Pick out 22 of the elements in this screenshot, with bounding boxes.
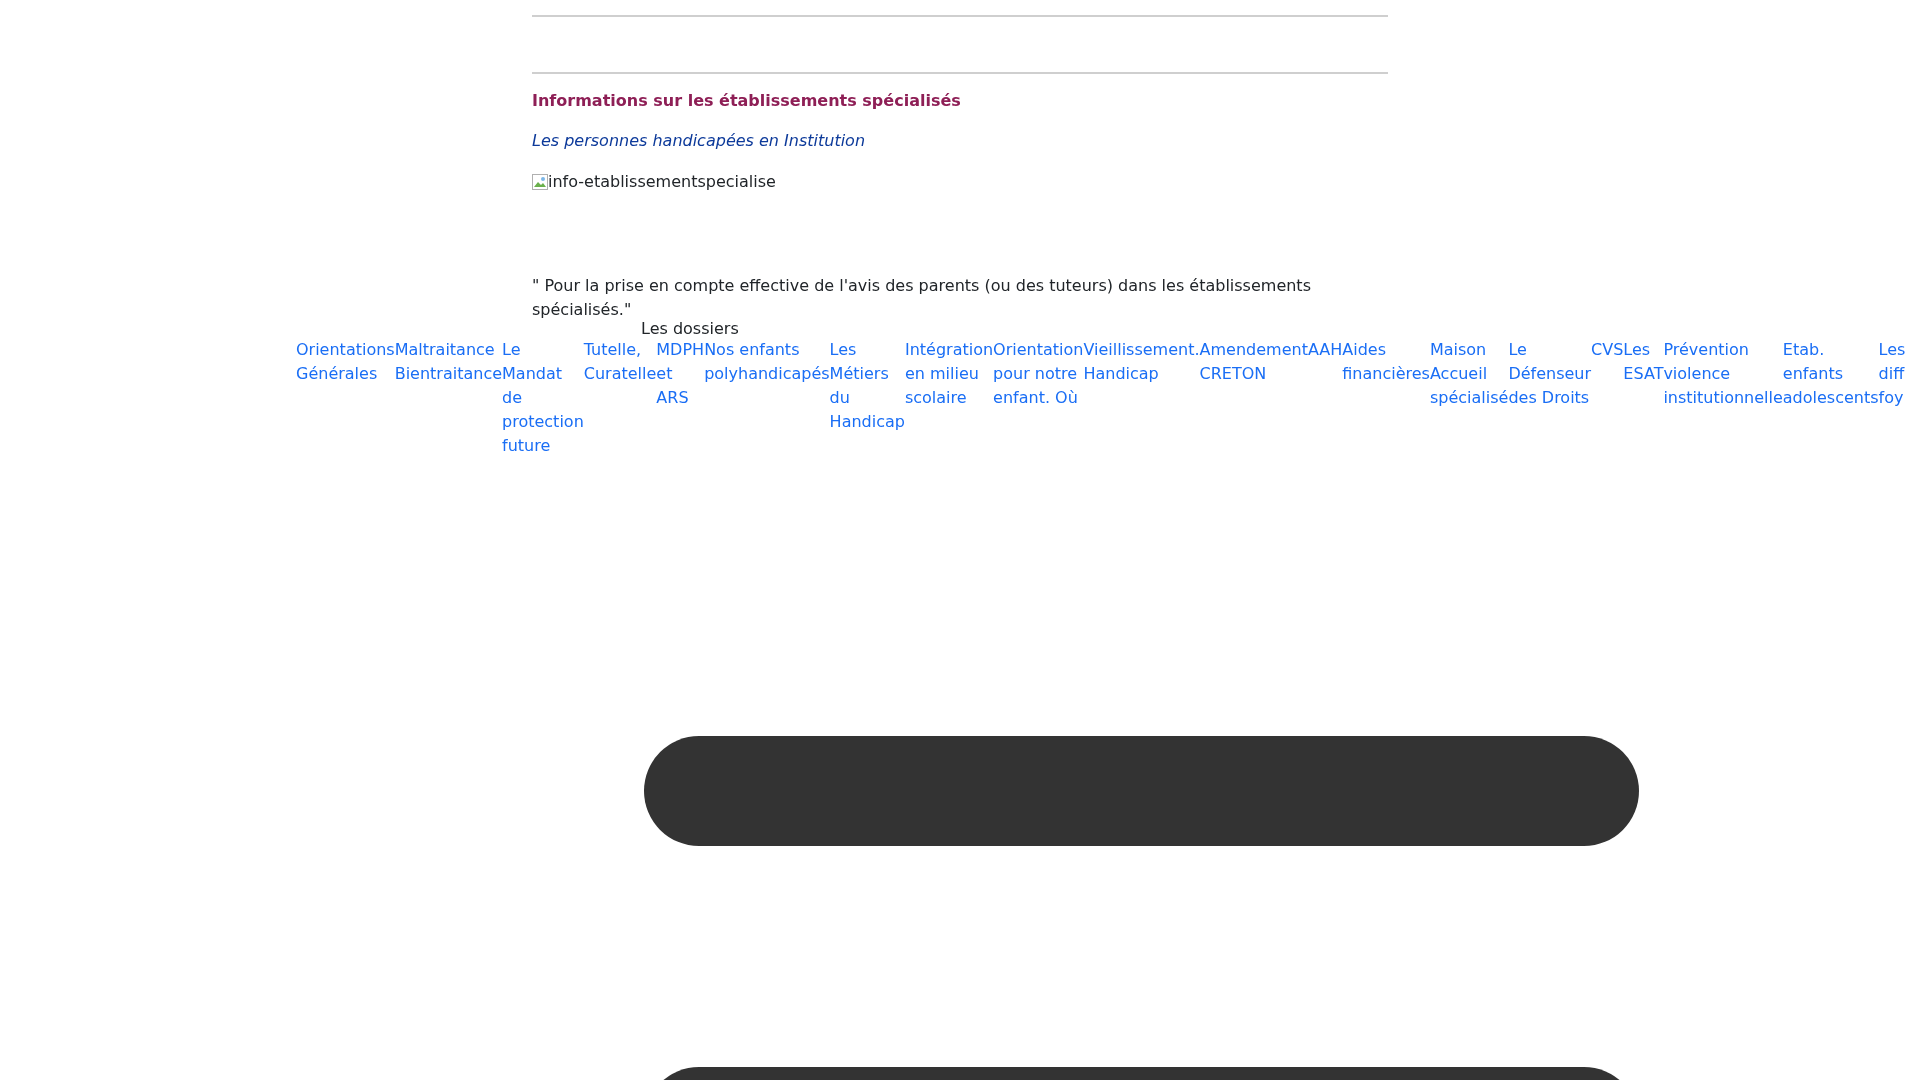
menu-link[interactable]: Prévention violence institutionnelle	[1663, 338, 1783, 458]
menu-link[interactable]: Maison Accueil spécialisé	[1429, 338, 1509, 458]
broken-image-icon	[532, 174, 548, 190]
menu-label: Les dossiers	[641, 321, 739, 337]
menu-link[interactable]: AAH	[1307, 338, 1343, 458]
section-subtitle: Les personnes handicapées en Institution	[532, 130, 867, 152]
menu-link[interactable]: Le Mandat de protection future	[502, 338, 584, 458]
menu-link[interactable]: Etab. enfants adolescents	[1782, 338, 1879, 458]
quote-text: " Pour la prise en compte effective de l'avis des parents (ou des tuteurs) dans les établissements spécialisés."	[532, 275, 1312, 321]
menu-link[interactable]: Vieillissement. Handicap	[1083, 338, 1200, 458]
menu-link[interactable]: Tutelle, Curatelle	[583, 338, 657, 458]
menu-link[interactable]: Les Métiers du Handicap	[829, 338, 905, 458]
image-alt-text: info-etablissementspecialise	[548, 171, 776, 193]
menu-link[interactable]: Amendement CRETON	[1199, 338, 1308, 458]
menu-link[interactable]: Orientation pour notre enfant. Où	[993, 338, 1084, 458]
menu-link[interactable]: Orientations Générales	[296, 338, 395, 458]
menu-link[interactable]: Intégration en milieu scolaire	[904, 338, 994, 458]
section-heading: Informations sur les établissements spécialisés	[532, 90, 962, 112]
menu-link[interactable]: MDPH et ARS	[656, 338, 705, 458]
menu-link[interactable]: Les diff foy	[1878, 338, 1906, 458]
menu-link[interactable]: Le Défenseur des Droits	[1508, 338, 1592, 458]
menu-link[interactable]: CVS	[1591, 338, 1624, 458]
